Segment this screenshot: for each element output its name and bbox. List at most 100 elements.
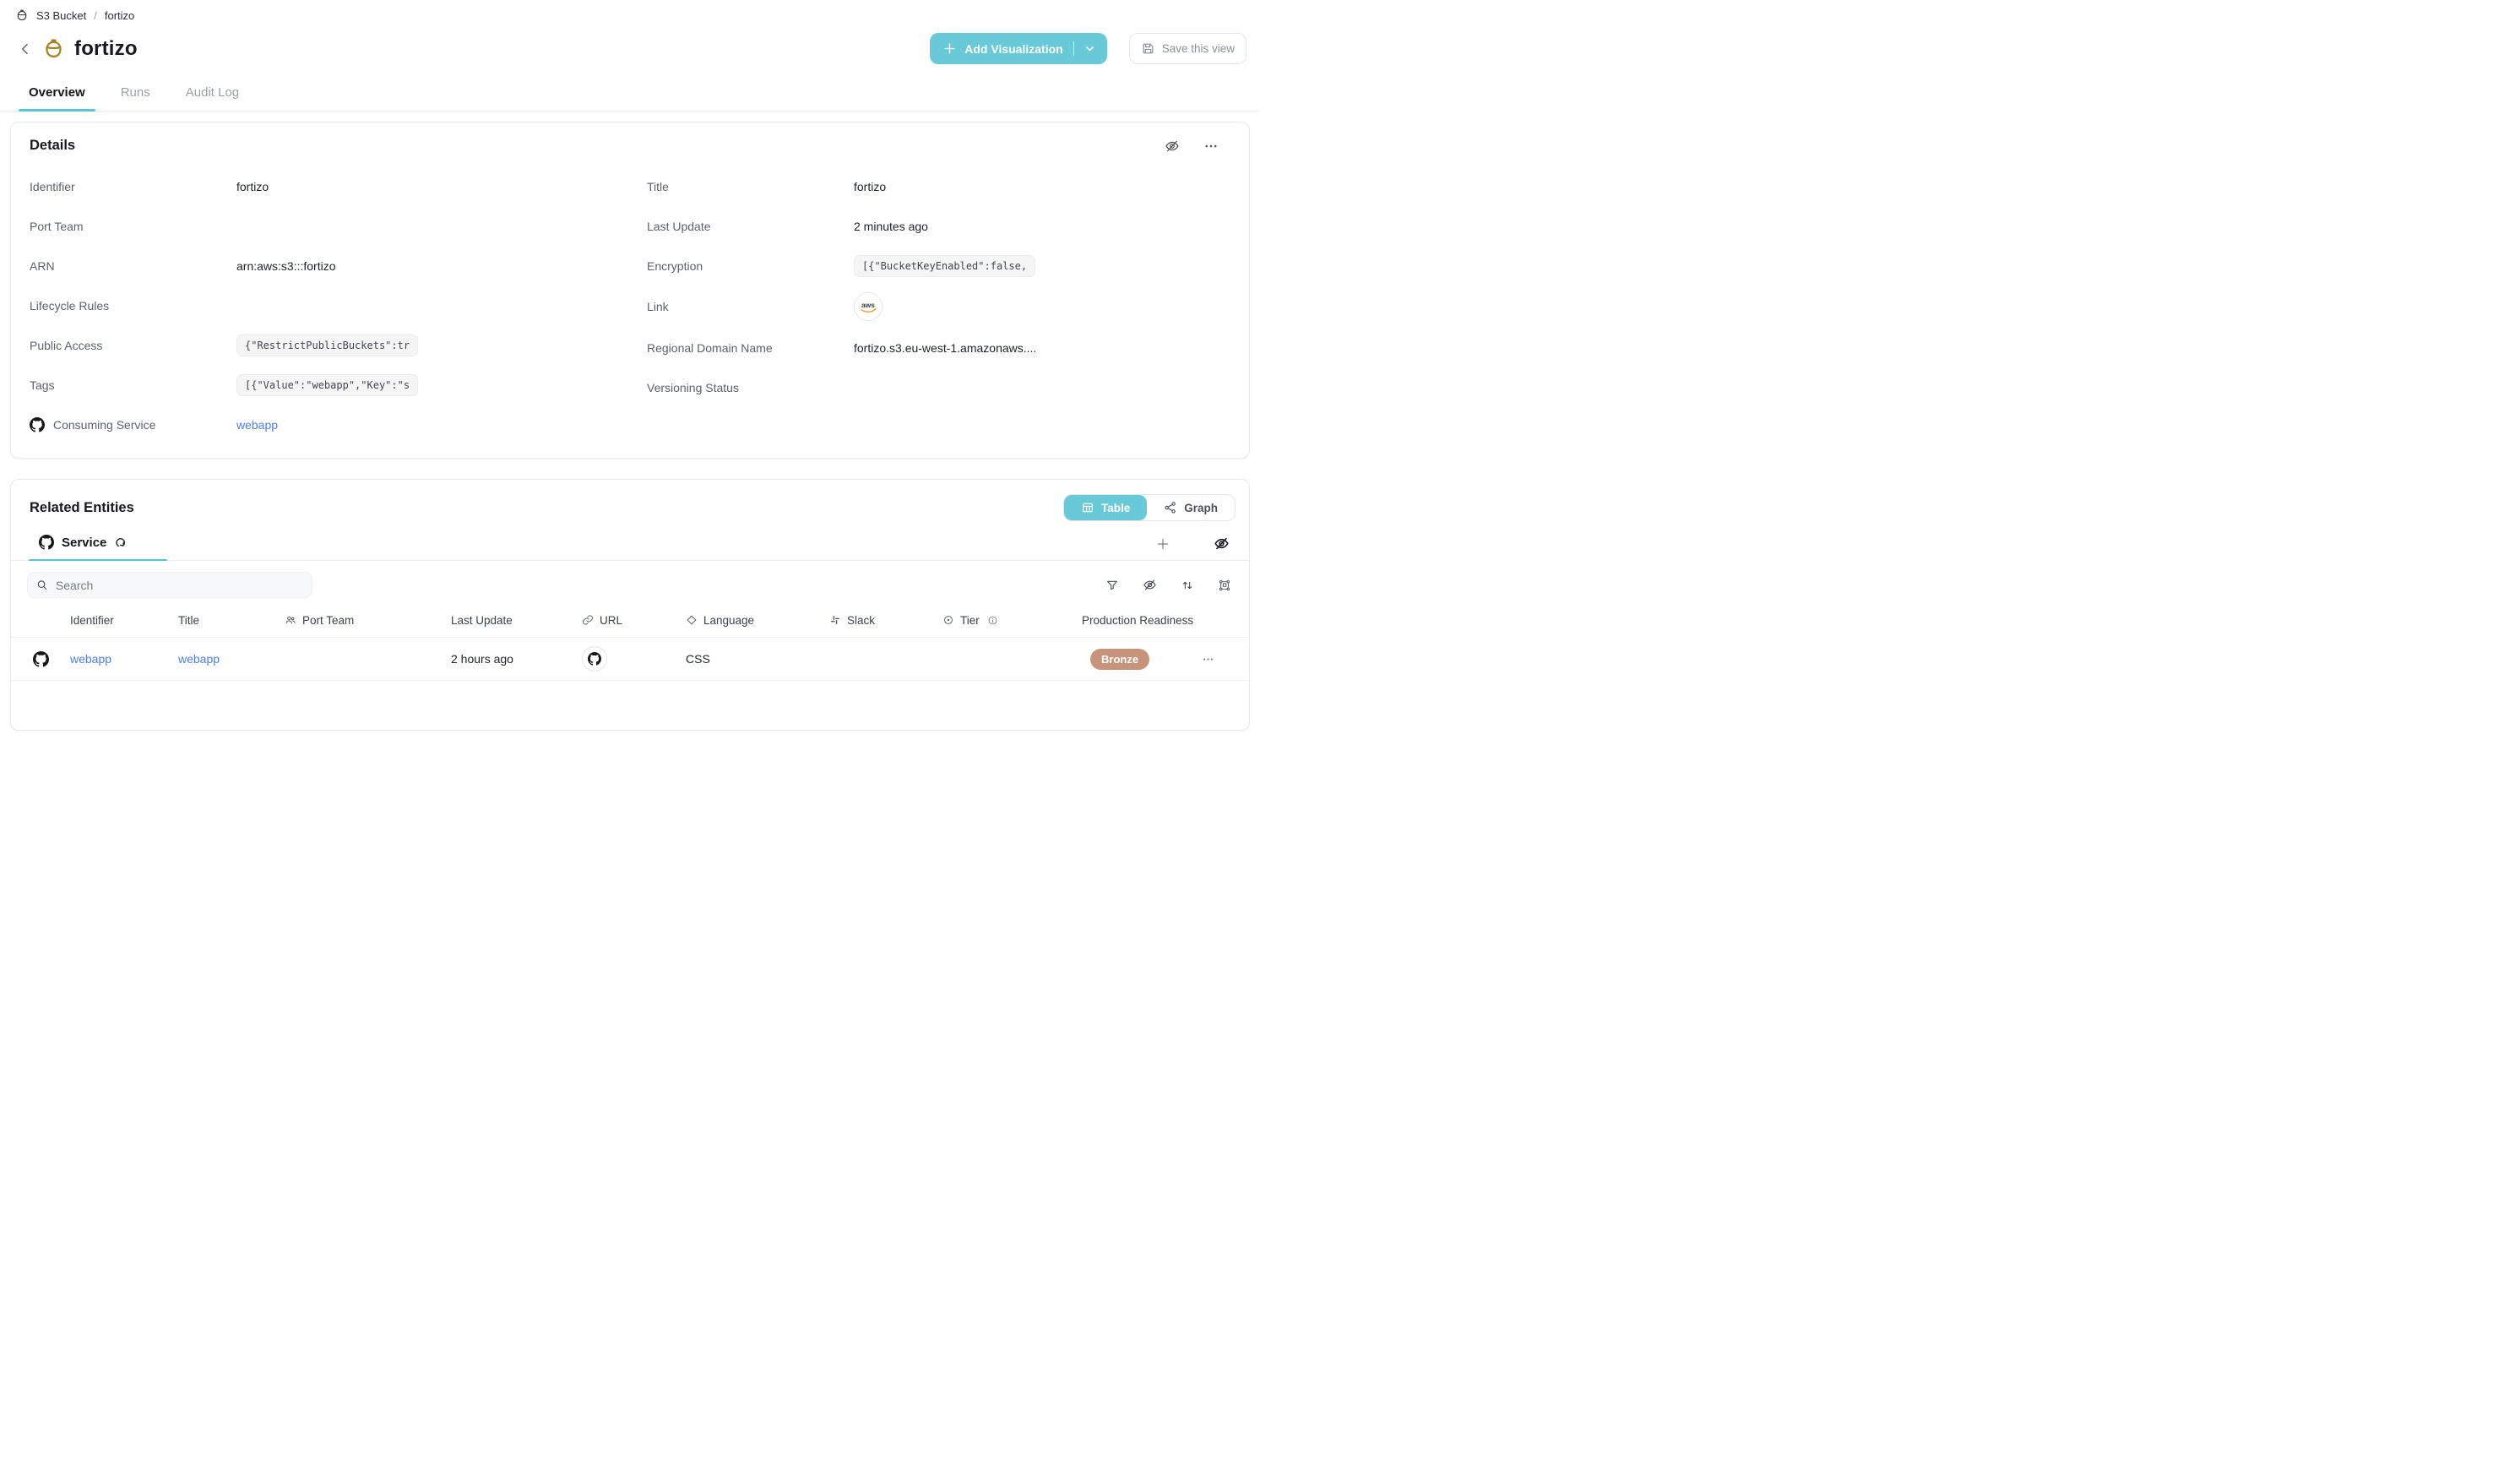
- field-link: Link aws: [647, 286, 1230, 328]
- header-last-update[interactable]: Last Update: [451, 614, 582, 627]
- relation-direction-icon: [114, 536, 128, 550]
- related-tabs: Service: [11, 530, 1249, 561]
- header-title[interactable]: Title: [178, 614, 285, 627]
- header-language[interactable]: Language: [686, 614, 829, 627]
- row-url-github-link[interactable]: [582, 646, 607, 672]
- row-language: CSS: [686, 652, 829, 666]
- field-identifier: Identifier fortizo: [30, 166, 613, 206]
- row-identifier-link[interactable]: webapp: [70, 652, 111, 666]
- code-value[interactable]: [{"BucketKeyEnabled":false,: [854, 255, 1035, 277]
- header-slack[interactable]: Slack: [829, 614, 942, 627]
- field-label: Public Access: [30, 339, 236, 352]
- group-by-icon[interactable]: [1218, 579, 1231, 592]
- field-label: ARN: [30, 259, 236, 273]
- field-regional-domain-name: Regional Domain Name fortizo.s3.eu-west-…: [647, 328, 1230, 367]
- field-value: fortizo: [236, 180, 269, 193]
- row-menu-icon[interactable]: [1202, 653, 1249, 666]
- link-icon: [582, 614, 594, 626]
- widget-menu-icon[interactable]: [1203, 139, 1219, 154]
- add-visualization-label: Add Visualization: [964, 42, 1062, 56]
- title-row: fortizo Add Visualization Save this view: [15, 33, 1246, 64]
- header-port-team[interactable]: Port Team: [285, 614, 451, 627]
- field-encryption: Encryption [{"BucketKeyEnabled":false,: [647, 246, 1230, 286]
- header-tier[interactable]: Tier: [942, 614, 1082, 627]
- field-label: Identifier: [30, 180, 236, 193]
- table-header-row: Identifier Title Port Team Last Update U…: [11, 606, 1249, 634]
- breadcrumb-entity[interactable]: fortizo: [105, 9, 134, 22]
- field-lifecycle-rules: Lifecycle Rules: [30, 286, 613, 325]
- related-entities-table: Identifier Title Port Team Last Update U…: [11, 606, 1249, 681]
- field-last-update: Last Update 2 minutes ago: [647, 206, 1230, 246]
- field-label: Lifecycle Rules: [30, 299, 236, 313]
- row-last-update: 2 hours ago: [451, 652, 582, 666]
- chevron-left-icon: [17, 41, 34, 57]
- button-divider: [1073, 41, 1074, 56]
- details-right-column: Title fortizo Last Update 2 minutes ago …: [647, 166, 1230, 444]
- toggle-graph[interactable]: Graph: [1147, 495, 1235, 520]
- team-icon: [285, 614, 296, 626]
- tab-overview[interactable]: Overview: [19, 78, 95, 111]
- table-toolbar: [11, 561, 1249, 606]
- add-visualization-button[interactable]: Add Visualization: [930, 33, 1106, 64]
- field-tags: Tags [{"Value":"webapp","Key":"s: [30, 365, 613, 405]
- field-label: Tags: [30, 378, 236, 392]
- table-icon: [1081, 501, 1094, 514]
- save-view-button[interactable]: Save this view: [1129, 33, 1246, 64]
- breadcrumb: S3 Bucket / fortizo: [15, 8, 1246, 22]
- plus-icon: [942, 41, 957, 56]
- svg-text:aws: aws: [861, 301, 875, 309]
- row-title-link[interactable]: webapp: [178, 652, 220, 666]
- field-label: Link: [647, 300, 854, 313]
- field-label: Title: [647, 180, 854, 193]
- info-icon[interactable]: [987, 615, 998, 626]
- target-icon: [942, 614, 954, 626]
- header-url[interactable]: URL: [582, 614, 686, 627]
- search-input[interactable]: [56, 579, 303, 592]
- field-value: fortizo.s3.eu-west-1.amazonaws....: [854, 341, 1036, 355]
- row-github-icon: [33, 651, 70, 667]
- page-header: S3 Bucket / fortizo fortizo Add Visualiz…: [0, 0, 1260, 64]
- related-entities-heading: Related Entities: [30, 500, 134, 516]
- search-box[interactable]: [27, 572, 312, 598]
- field-value: arn:aws:s3:::fortizo: [236, 259, 336, 273]
- code-value[interactable]: [{"Value":"webapp","Key":"s: [236, 374, 418, 396]
- field-port-team: Port Team: [30, 206, 613, 246]
- field-label: Encryption: [647, 259, 854, 273]
- tab-service-label: Service: [62, 536, 106, 550]
- consuming-service-link[interactable]: webapp: [236, 418, 278, 432]
- field-value: 2 minutes ago: [854, 220, 928, 233]
- code-value[interactable]: {"RestrictPublicBuckets":tr: [236, 334, 418, 356]
- aws-link-badge[interactable]: aws: [854, 292, 883, 321]
- field-title: Title fortizo: [647, 166, 1230, 206]
- details-left-column: Identifier fortizo Port Team ARN arn:aws…: [30, 166, 613, 444]
- tab-service[interactable]: Service: [29, 530, 167, 560]
- github-icon: [39, 535, 54, 550]
- search-icon: [36, 579, 48, 591]
- sort-icon[interactable]: [1181, 579, 1194, 592]
- breadcrumb-separator: /: [94, 9, 97, 22]
- add-related-icon[interactable]: [1155, 536, 1170, 552]
- hide-related-icon[interactable]: [1214, 536, 1230, 552]
- field-value: fortizo: [854, 180, 886, 193]
- view-toggle: Table Graph: [1063, 494, 1236, 521]
- entity-bucket-icon: [42, 37, 65, 60]
- toggle-graph-label: Graph: [1184, 502, 1218, 514]
- back-button[interactable]: [15, 39, 35, 59]
- header-identifier[interactable]: Identifier: [70, 614, 178, 627]
- hide-columns-icon[interactable]: [1143, 578, 1157, 592]
- hide-widget-icon[interactable]: [1165, 139, 1180, 154]
- production-readiness-badge: Bronze: [1090, 649, 1149, 670]
- filter-icon[interactable]: [1105, 579, 1119, 592]
- chevron-down-icon[interactable]: [1083, 42, 1096, 55]
- tab-runs[interactable]: Runs: [111, 78, 160, 111]
- details-heading: Details: [30, 138, 75, 154]
- diamond-icon: [686, 614, 698, 626]
- field-label: Versioning Status: [647, 381, 854, 394]
- header-production-readiness[interactable]: Production Readiness: [1082, 614, 1202, 627]
- field-label: Regional Domain Name: [647, 341, 854, 355]
- breadcrumb-blueprint[interactable]: S3 Bucket: [36, 9, 86, 22]
- github-icon: [588, 652, 601, 666]
- bucket-icon: [15, 8, 29, 22]
- tab-audit-log[interactable]: Audit Log: [176, 78, 249, 111]
- toggle-table[interactable]: Table: [1064, 495, 1147, 520]
